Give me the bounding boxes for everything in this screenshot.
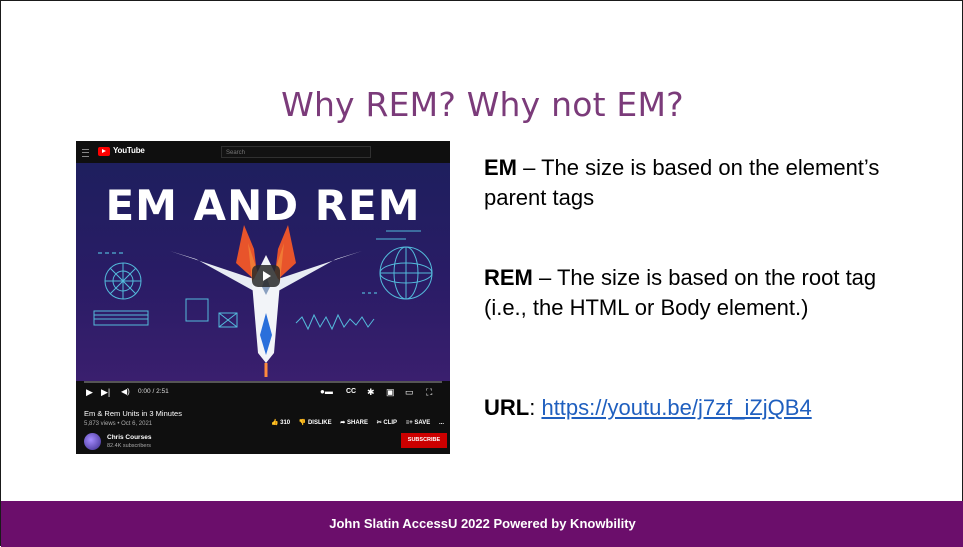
save-button[interactable]: ≡+ SAVE	[406, 420, 431, 426]
progress-bar[interactable]	[84, 381, 442, 383]
menu-icon	[82, 149, 89, 157]
video-thumbnail: EM AND REM	[76, 163, 450, 381]
slide-title: Why REM? Why not EM?	[281, 85, 684, 124]
video-actions: 👍 310 👎 DISLIKE ➦ SHARE ✂ CLIP ≡+ SAVE .…	[264, 419, 444, 426]
video-title: Em & Rem Units in 3 Minutes	[84, 409, 182, 418]
dislike-button[interactable]: 👎 DISLIKE	[299, 420, 332, 426]
em-definition: EM – The size is based on the element’s …	[484, 153, 924, 213]
url-label: URL	[484, 395, 530, 420]
clip-button[interactable]: ✂ CLIP	[377, 420, 397, 426]
thumbnail-text: EM AND REM	[105, 181, 421, 230]
volume-icon[interactable]: ◀)	[121, 387, 130, 397]
miniplayer-icon[interactable]: ▣	[386, 387, 395, 397]
em-description: – The size is based on the element’s par…	[484, 155, 880, 210]
video-views: 5,873 views • Oct 6, 2021	[84, 421, 153, 427]
captions-icon[interactable]: CC	[346, 387, 356, 397]
video-screenshot: YouTube Search EM AND REM ▶ ▶| ◀) 0:00 /…	[76, 141, 450, 454]
url-separator: :	[529, 395, 542, 420]
youtube-header: YouTube Search	[76, 141, 450, 163]
youtube-brand: YouTube	[113, 146, 145, 155]
play-overlay-icon[interactable]	[252, 265, 280, 287]
channel-avatar[interactable]	[84, 433, 101, 450]
rem-description: – The size is based on the root tag (i.e…	[484, 265, 877, 320]
video-meta: Em & Rem Units in 3 Minutes 5,873 views …	[76, 403, 450, 454]
slide-footer: John Slatin AccessU 2022 Powered by Know…	[1, 501, 963, 547]
play-icon[interactable]: ▶	[86, 387, 93, 397]
url-line: URL: https://youtu.be/j7zf_iZjQB4	[484, 393, 924, 423]
subscriber-count: 82.4K subscribers	[107, 443, 152, 449]
video-controls: ▶ ▶| ◀) 0:00 / 2:51 ●▬ CC ✱ ▣ ▭ ⛶	[76, 381, 450, 403]
fullscreen-icon[interactable]: ⛶	[426, 387, 432, 397]
slide: Why REM? Why not EM? YouTube Search EM A…	[0, 0, 963, 547]
rem-term: REM	[484, 265, 533, 290]
channel-name[interactable]: Chris Courses	[107, 434, 151, 441]
autoplay-toggle-icon[interactable]: ●▬	[320, 387, 333, 397]
subscribe-button[interactable]: SUBSCRIBE	[401, 433, 447, 448]
like-button[interactable]: 👍 310	[271, 420, 290, 426]
next-icon[interactable]: ▶|	[101, 387, 110, 397]
time-display: 0:00 / 2:51	[138, 388, 169, 395]
video-link[interactable]: https://youtu.be/j7zf_iZjQB4	[541, 395, 811, 420]
theater-icon[interactable]: ▭	[405, 387, 414, 397]
more-button[interactable]: ...	[439, 420, 444, 426]
youtube-logo-icon	[98, 147, 110, 156]
rem-definition: REM – The size is based on the root tag …	[484, 263, 924, 323]
em-term: EM	[484, 155, 517, 180]
settings-icon[interactable]: ✱	[367, 387, 375, 397]
share-button[interactable]: ➦ SHARE	[340, 420, 368, 426]
search-input: Search	[221, 146, 371, 158]
